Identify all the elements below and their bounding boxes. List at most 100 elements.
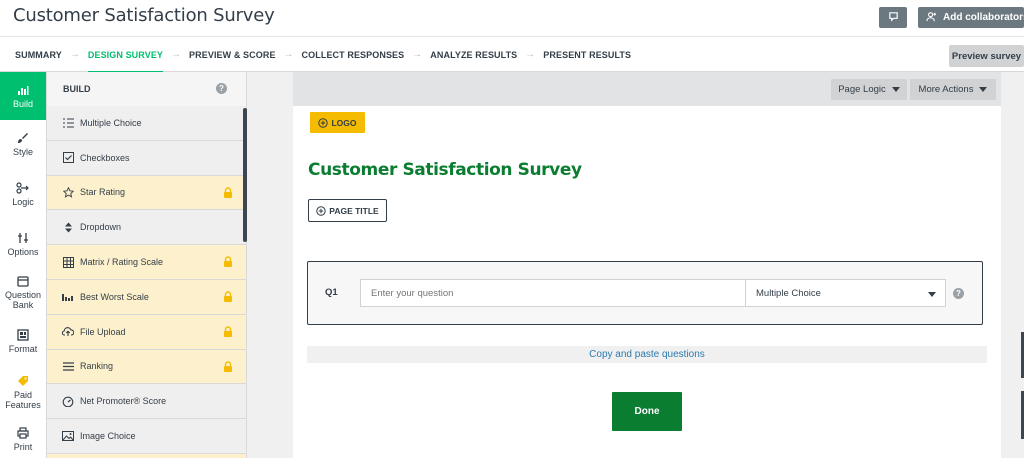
rail-label: Question Bank bbox=[4, 290, 42, 310]
rail-format[interactable]: Format bbox=[0, 329, 46, 354]
question-type-label: Checkboxes bbox=[80, 152, 130, 163]
list-icon bbox=[62, 117, 74, 129]
arrow-icon: → bbox=[283, 49, 294, 60]
chevron-down-icon bbox=[928, 292, 936, 297]
step-design-survey[interactable]: DESIGN SURVEY bbox=[87, 37, 164, 73]
page-title-label: PAGE TITLE bbox=[329, 205, 379, 216]
rail-label: Paid Features bbox=[5, 390, 41, 410]
arrow-icon: → bbox=[525, 49, 536, 60]
print-icon bbox=[17, 427, 29, 439]
add-logo-button[interactable]: LOGO bbox=[310, 112, 365, 133]
build-header: BUILD ? bbox=[47, 72, 246, 106]
rail-label: Print bbox=[13, 442, 33, 452]
bar-scale-icon bbox=[62, 291, 74, 303]
more-actions-label: More Actions bbox=[918, 84, 974, 95]
question-type-label: Star Rating bbox=[80, 187, 126, 198]
rail-style[interactable]: Style bbox=[0, 132, 46, 157]
question-type-dropdown[interactable]: Dropdown bbox=[47, 210, 246, 246]
done-button[interactable]: Done bbox=[612, 392, 682, 431]
logo-label: LOGO bbox=[331, 117, 357, 128]
gauge-icon bbox=[62, 395, 74, 407]
step-preview-score[interactable]: PREVIEW & SCORE bbox=[189, 37, 276, 72]
comment-icon bbox=[888, 9, 899, 27]
question-type-file-upload[interactable]: File Upload bbox=[47, 314, 246, 350]
question-type-label: Best Worst Scale bbox=[80, 291, 149, 302]
lock-icon bbox=[223, 360, 233, 374]
rail-paid-features[interactable]: Paid Features bbox=[0, 375, 46, 410]
survey-title[interactable]: Customer Satisfaction Survey bbox=[308, 160, 582, 180]
build-icon bbox=[18, 86, 29, 95]
rail-label: Build bbox=[12, 99, 33, 109]
lock-icon bbox=[223, 256, 233, 269]
dropdown-icon bbox=[62, 221, 74, 233]
question-type-best-worst[interactable]: Best Worst Scale bbox=[47, 279, 246, 315]
question-type-image-choice[interactable]: Image Choice bbox=[47, 419, 246, 454]
add-page-title-button[interactable]: PAGE TITLE bbox=[308, 199, 387, 222]
arrow-icon: → bbox=[69, 49, 80, 60]
lock-icon bbox=[223, 186, 233, 200]
lock-icon bbox=[223, 326, 233, 339]
rail-options[interactable]: Options bbox=[0, 232, 46, 257]
page-logic-label: Page Logic bbox=[838, 84, 886, 95]
question-type-more bbox=[47, 453, 246, 458]
add-collaborators-label: Add collaborators bbox=[943, 12, 1024, 23]
preview-survey-button[interactable]: Preview survey bbox=[949, 45, 1024, 67]
question-type-matrix[interactable]: Matrix / Rating Scale bbox=[47, 245, 246, 280]
add-user-icon bbox=[926, 11, 937, 25]
upload-icon bbox=[62, 326, 74, 338]
question-type-multiple-choice[interactable]: Multiple Choice bbox=[47, 106, 246, 141]
step-analyze-results[interactable]: ANALYZE RESULTS bbox=[430, 37, 517, 72]
question-type-star-rating[interactable]: Star Rating bbox=[47, 175, 246, 211]
plus-circle-icon bbox=[316, 205, 326, 216]
rail-print[interactable]: Print bbox=[0, 427, 46, 452]
question-type-label: Net Promoter® Score bbox=[80, 396, 167, 407]
matrix-icon bbox=[62, 256, 74, 268]
rail-build[interactable]: Build bbox=[0, 72, 46, 120]
rail-label: Format bbox=[8, 344, 38, 354]
help-icon[interactable]: ? bbox=[953, 288, 964, 299]
chevron-down-icon bbox=[979, 87, 988, 92]
format-icon bbox=[17, 329, 29, 341]
logic-icon bbox=[16, 182, 29, 194]
question-type-label: File Upload bbox=[80, 326, 126, 337]
question-type-nps[interactable]: Net Promoter® Score bbox=[47, 384, 246, 420]
chevron-down-icon bbox=[891, 87, 900, 92]
question-type-label: Image Choice bbox=[80, 431, 136, 442]
plus-circle-icon bbox=[318, 117, 329, 128]
tag-icon bbox=[18, 376, 28, 386]
question-bank-icon bbox=[17, 276, 29, 287]
question-type-checkboxes[interactable]: Checkboxes bbox=[47, 140, 246, 176]
question-type-label: Ranking bbox=[80, 361, 114, 372]
rail-question-bank[interactable]: Question Bank bbox=[0, 275, 46, 310]
ranking-icon bbox=[62, 360, 74, 372]
star-icon bbox=[62, 186, 74, 198]
build-scrollbar[interactable] bbox=[243, 108, 247, 242]
step-list: SUMMARY → DESIGN SURVEY → PREVIEW & SCOR… bbox=[15, 37, 631, 73]
add-collaborators-button[interactable]: Add collaborators bbox=[918, 7, 1024, 28]
step-collect-responses[interactable]: COLLECT RESPONSES bbox=[302, 37, 405, 72]
question-type-value: Multiple Choice bbox=[756, 287, 821, 299]
app-title: Customer Satisfaction Survey bbox=[13, 5, 275, 26]
question-type-select[interactable]: Multiple Choice bbox=[745, 279, 946, 307]
rail-logic[interactable]: Logic bbox=[0, 182, 46, 207]
more-actions-button[interactable]: More Actions bbox=[910, 79, 996, 100]
step-summary[interactable]: SUMMARY bbox=[15, 37, 62, 72]
page-logic-button[interactable]: Page Logic bbox=[831, 79, 907, 100]
comment-button[interactable] bbox=[879, 7, 907, 28]
progress-nav: SUMMARY → DESIGN SURVEY → PREVIEW & SCOR… bbox=[0, 36, 1024, 73]
rail-label: Options bbox=[7, 247, 39, 257]
question-type-label: Matrix / Rating Scale bbox=[80, 257, 164, 268]
image-icon bbox=[62, 430, 74, 442]
lock-icon bbox=[223, 291, 233, 304]
question-type-label: Multiple Choice bbox=[80, 117, 142, 128]
help-icon[interactable]: ? bbox=[216, 83, 227, 94]
copy-paste-questions-link[interactable]: Copy and paste questions bbox=[307, 346, 987, 363]
question-type-ranking[interactable]: Ranking bbox=[47, 349, 246, 385]
question-input[interactable] bbox=[360, 279, 746, 307]
step-present-results[interactable]: PRESENT RESULTS bbox=[543, 37, 631, 72]
brush-icon bbox=[18, 133, 28, 143]
rail-label: Logic bbox=[12, 197, 34, 207]
question-type-label: Dropdown bbox=[80, 222, 122, 233]
arrow-icon: → bbox=[171, 49, 182, 60]
options-icon bbox=[18, 233, 28, 243]
